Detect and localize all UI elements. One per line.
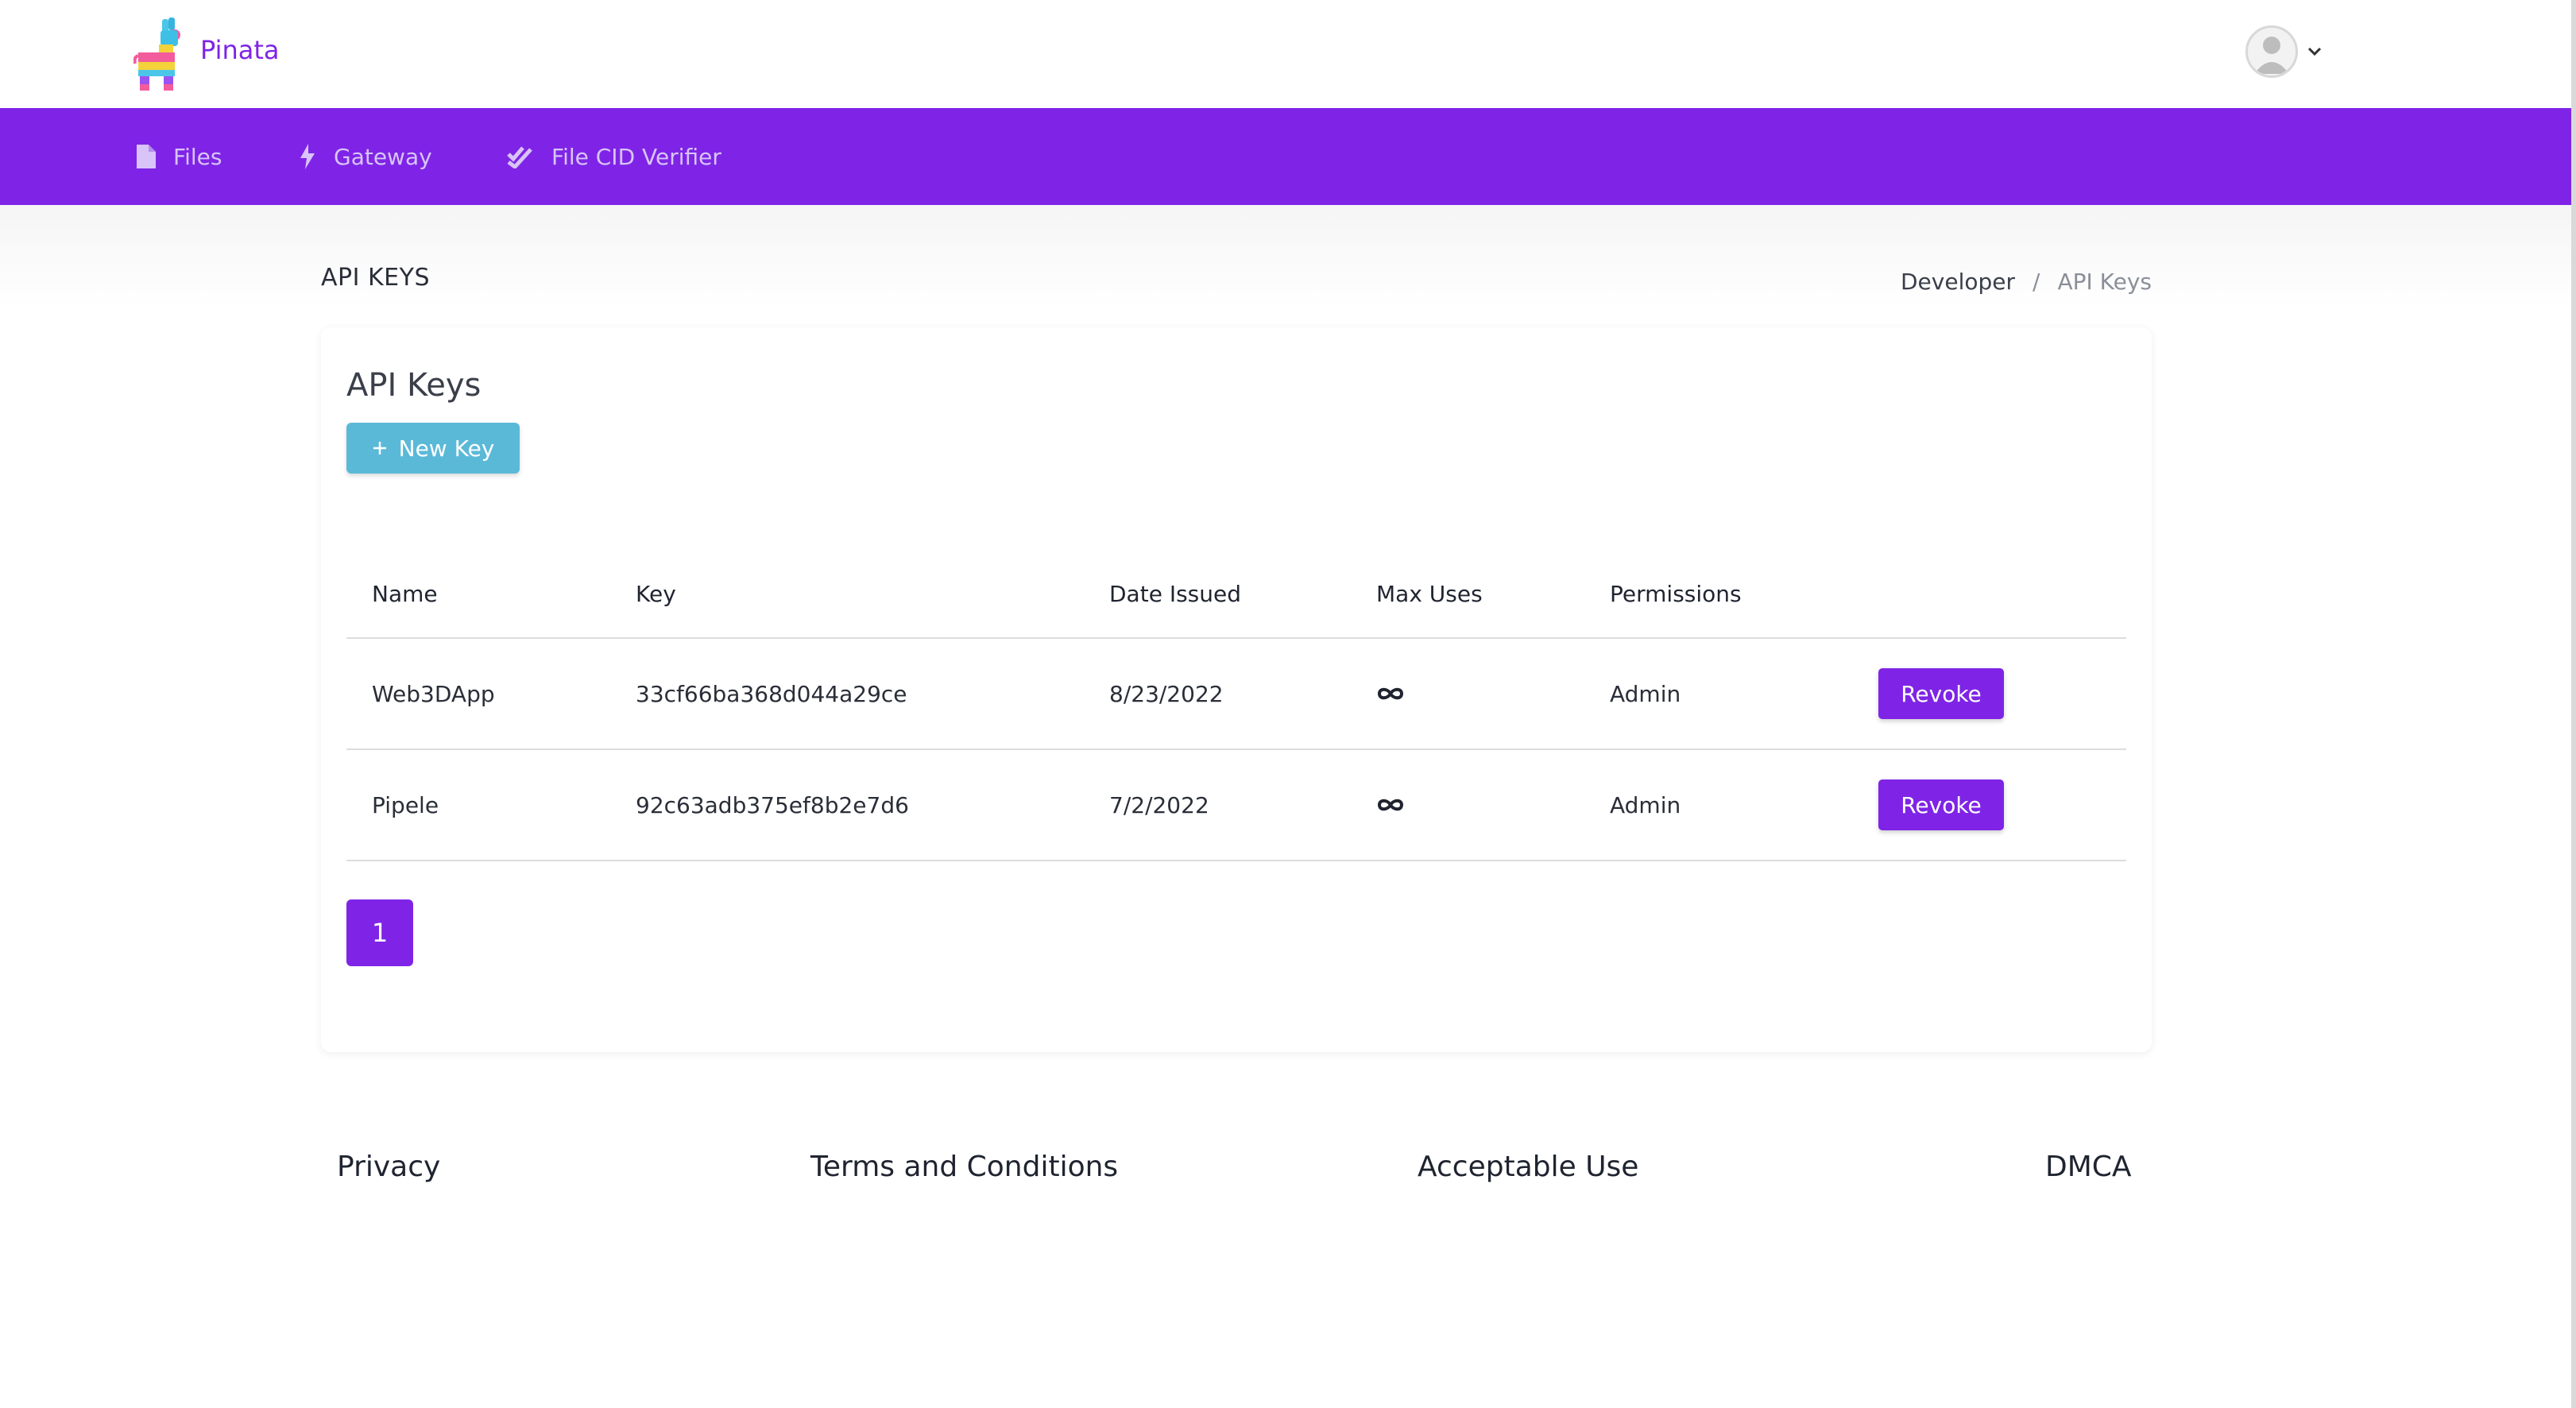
footer-link-dmca[interactable]: DMCA	[2045, 1151, 2132, 1183]
card-title: API Keys	[346, 367, 482, 404]
page-title: API KEYS	[321, 264, 430, 292]
row-date: 8/23/2022	[1109, 680, 1224, 707]
row-actions: Revoke	[1878, 750, 2004, 860]
footer-link-privacy[interactable]: Privacy	[337, 1151, 440, 1183]
double-check-icon	[507, 146, 532, 168]
column-header-name: Name	[372, 580, 438, 607]
row-key: 33cf66ba368d044a29ce	[636, 680, 907, 707]
breadcrumb-api-keys: API Keys	[2057, 269, 2152, 295]
breadcrumb-developer[interactable]: Developer	[1901, 269, 2015, 295]
infinity-icon	[1377, 799, 1404, 811]
chevron-down-icon[interactable]	[2306, 43, 2323, 60]
row-permissions: Admin	[1610, 791, 1681, 818]
nav-item-gateway[interactable]: Gateway	[299, 108, 432, 205]
column-header-key: Key	[636, 580, 676, 607]
breadcrumb-separator: /	[2033, 269, 2040, 295]
bolt-icon	[300, 144, 315, 169]
column-header-permissions: Permissions	[1610, 580, 1742, 607]
nav-item-file-cid-verifier[interactable]: File CID Verifier	[507, 108, 721, 205]
footer-link-terms[interactable]: Terms and Conditions	[810, 1151, 1118, 1183]
user-avatar-icon[interactable]	[2245, 25, 2298, 78]
row-name: Pipele	[372, 791, 439, 818]
api-keys-table: Name Key Date Issued Max Uses Permission…	[346, 550, 2126, 861]
new-key-button[interactable]: New Key	[346, 423, 520, 474]
nav-item-label: Files	[173, 143, 222, 170]
revoke-button[interactable]: Revoke	[1878, 779, 2004, 830]
row-max-uses	[1376, 750, 1405, 860]
table-row: Pipele 92c63adb375ef8b2e7d6 7/2/2022 Adm…	[346, 750, 2126, 861]
table-row: Web3DApp 33cf66ba368d044a29ce 8/23/2022 …	[346, 639, 2126, 750]
new-key-label: New Key	[398, 435, 495, 462]
nav-item-files[interactable]: Files	[137, 108, 222, 205]
row-key: 92c63adb375ef8b2e7d6	[636, 791, 909, 818]
breadcrumb: Developer / API Keys	[1901, 269, 2152, 295]
revoke-button[interactable]: Revoke	[1878, 668, 2004, 719]
main-nav: Files Gateway File CID Verifier	[0, 108, 2571, 205]
nav-item-label: Gateway	[334, 143, 432, 170]
table-header: Name Key Date Issued Max Uses Permission…	[346, 550, 2126, 639]
account-menu[interactable]	[2245, 24, 2323, 79]
api-keys-card: API Keys New Key Name Key Date Issued Ma…	[321, 327, 2152, 1052]
row-name: Web3DApp	[372, 680, 495, 707]
row-date: 7/2/2022	[1109, 791, 1209, 818]
top-header: Pinata	[0, 0, 2576, 108]
brand-name[interactable]: Pinata	[200, 35, 280, 65]
footer-link-acceptable-use[interactable]: Acceptable Use	[1418, 1151, 1638, 1183]
column-header-max-uses: Max Uses	[1376, 580, 1483, 607]
row-actions: Revoke	[1878, 639, 2004, 748]
page-edge	[2571, 108, 2576, 1408]
row-max-uses	[1376, 639, 1405, 748]
pinata-logo-icon[interactable]	[133, 17, 186, 94]
infinity-icon	[1377, 687, 1404, 700]
file-icon	[137, 145, 156, 168]
row-permissions: Admin	[1610, 680, 1681, 707]
nav-item-label: File CID Verifier	[551, 143, 721, 170]
pagination-page-button[interactable]: 1	[346, 899, 413, 966]
plus-icon	[373, 442, 386, 455]
column-header-date-issued: Date Issued	[1109, 580, 1242, 607]
